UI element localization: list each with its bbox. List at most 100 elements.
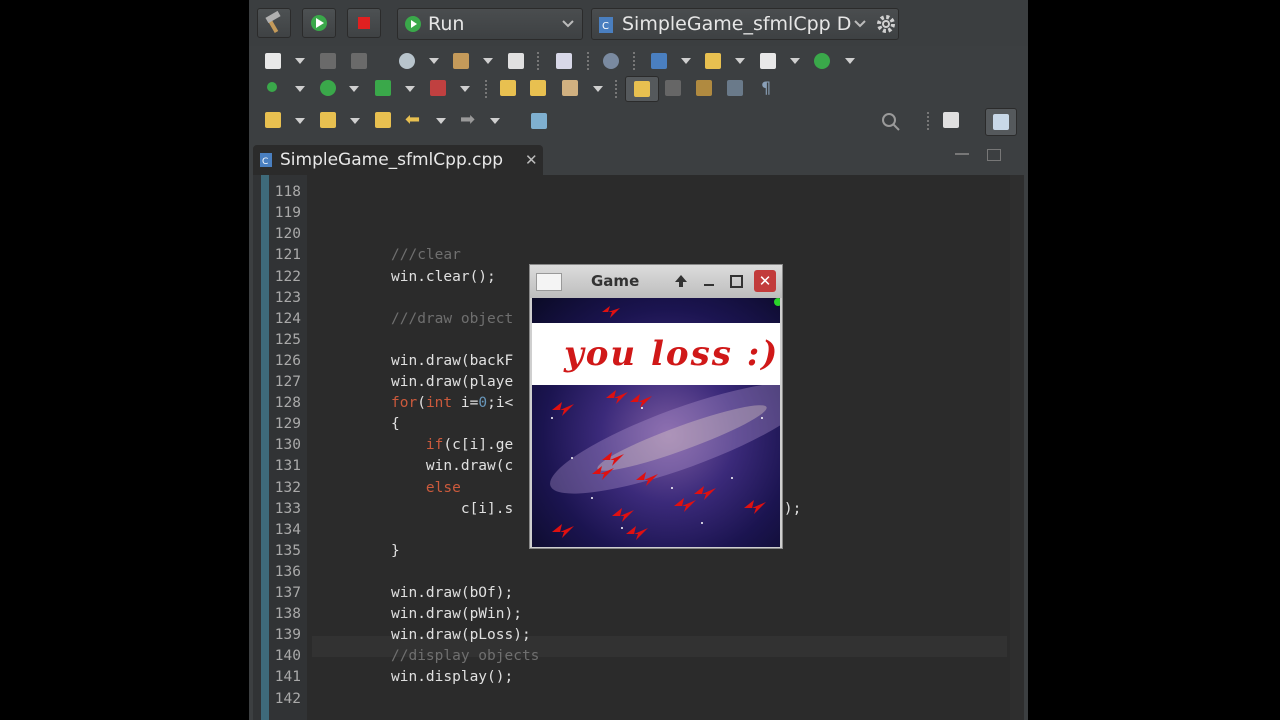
search-icon[interactable] (881, 112, 901, 132)
code-line[interactable]: ///clear (391, 247, 461, 263)
keep-above-icon[interactable] (674, 274, 688, 288)
refresh-dropdown-icon[interactable] (845, 58, 855, 64)
new-file-icon[interactable] (265, 53, 281, 69)
line-number: 140 (274, 648, 301, 665)
new-source-dropdown-icon[interactable] (790, 58, 800, 64)
maximize-icon[interactable] (730, 275, 743, 288)
enemy-sprite (636, 472, 658, 486)
enemy-sprite (552, 524, 574, 538)
code-line[interactable]: win.draw(backF (391, 353, 513, 369)
external-tools-dropdown-icon[interactable] (460, 86, 470, 92)
binary-icon[interactable] (508, 53, 524, 69)
launch-config-combo[interactable]: C SimpleGame_sfmlCpp De (591, 8, 899, 40)
enemy-sprite (744, 500, 766, 514)
build-dropdown-icon[interactable] (483, 58, 493, 64)
skip-breakpoints-icon[interactable] (603, 53, 619, 69)
forward-arrow-icon[interactable]: ➡ (460, 111, 475, 129)
cpp-perspective-button[interactable] (985, 108, 1017, 136)
build-button[interactable] (257, 8, 291, 38)
code-line[interactable]: win.draw(c (391, 458, 513, 474)
separator (537, 52, 539, 70)
launch-mode-combo[interactable]: Run (397, 8, 583, 40)
code-line[interactable]: { (391, 416, 400, 432)
stop-button[interactable] (347, 8, 381, 38)
code-line[interactable]: win.draw(bOf); (391, 585, 513, 601)
search-pen-icon[interactable] (562, 80, 578, 96)
pilcrow-icon[interactable]: ¶ (761, 78, 771, 97)
tab-editor-file[interactable]: C SimpleGame_sfmlCpp.cpp ✕ (253, 145, 543, 175)
code-line[interactable]: win.draw(pLoss); (391, 627, 531, 643)
minimize-icon[interactable] (955, 153, 969, 155)
code-line[interactable]: ///draw object (391, 311, 513, 327)
line-number: 135 (274, 542, 301, 559)
save-icon[interactable] (320, 53, 336, 69)
pin-editor-icon[interactable] (531, 113, 547, 129)
run-button[interactable] (302, 8, 336, 38)
close-icon[interactable]: ✕ (525, 145, 538, 175)
console-icon[interactable] (556, 53, 572, 69)
back-arrow-icon[interactable]: ⬅ (405, 111, 420, 129)
forward-dropdown-icon[interactable] (490, 118, 500, 124)
external-tools-icon[interactable] (430, 80, 446, 96)
build-config-icon[interactable] (399, 53, 415, 69)
next-annotation-icon[interactable] (265, 112, 281, 128)
gear-icon[interactable] (875, 13, 897, 35)
enemy-sprite (630, 394, 652, 408)
code-line[interactable]: win.draw(pWin); (391, 606, 522, 622)
build-config-dropdown-icon[interactable] (429, 58, 439, 64)
code-line[interactable]: win.draw(playe (391, 374, 513, 390)
window-icon (536, 273, 562, 291)
new-folder-icon[interactable] (705, 53, 721, 69)
open-perspective-icon[interactable] (943, 112, 959, 128)
new-source-icon[interactable] (760, 53, 776, 69)
previous-annotation-dropdown-icon[interactable] (350, 118, 360, 124)
search-dropdown-icon[interactable] (593, 86, 603, 92)
line-number: 124 (274, 310, 301, 327)
code-line[interactable]: //display objects (391, 648, 539, 664)
toggle-comment-icon[interactable] (665, 80, 681, 96)
game-title: Game (591, 272, 640, 290)
launch-mode-label: Run (428, 13, 465, 35)
game-canvas[interactable]: you loss :) (532, 298, 780, 547)
new-class-icon[interactable] (651, 53, 667, 69)
code-line[interactable]: } (391, 543, 400, 559)
minimize-icon[interactable] (704, 284, 714, 286)
run-config-dropdown-icon[interactable] (405, 86, 415, 92)
run-last-icon[interactable] (320, 80, 336, 96)
open-type-icon[interactable] (500, 80, 516, 96)
build-project-icon[interactable] (453, 53, 469, 69)
save-all-icon[interactable] (351, 53, 367, 69)
code-line[interactable]: else (391, 480, 461, 496)
enemy-sprite (674, 498, 696, 512)
cpp-file-icon: C (260, 153, 272, 167)
game-title-bar[interactable]: Game ✕ (530, 265, 782, 298)
maximize-icon[interactable] (987, 149, 1001, 161)
mark-occurrences-button[interactable] (625, 76, 659, 102)
new-class-dropdown-icon[interactable] (681, 58, 691, 64)
new-folder-dropdown-icon[interactable] (735, 58, 745, 64)
refresh-icon[interactable] (814, 53, 830, 69)
back-dropdown-icon[interactable] (436, 118, 446, 124)
open-element-icon[interactable] (530, 80, 546, 96)
game-window[interactable]: Game ✕ you loss :) (529, 264, 783, 549)
previous-annotation-icon[interactable] (320, 112, 336, 128)
vertical-scrollbar[interactable] (1010, 175, 1024, 720)
line-number: 133 (274, 500, 301, 517)
close-icon[interactable]: ✕ (754, 270, 776, 292)
debug-point-icon[interactable] (267, 82, 277, 92)
show-whitespace-icon[interactable] (727, 80, 743, 96)
highlighter-icon (634, 81, 650, 97)
new-dropdown-icon[interactable] (295, 58, 305, 64)
debug-dropdown-icon[interactable] (295, 86, 305, 92)
code-line[interactable]: for(int i=0;i< (391, 395, 513, 411)
run-dropdown-icon[interactable] (349, 86, 359, 92)
next-annotation-dropdown-icon[interactable] (295, 118, 305, 124)
last-edit-location-icon[interactable] (375, 112, 391, 128)
code-line[interactable]: win.display(); (391, 669, 513, 685)
run-config-icon[interactable] (375, 80, 391, 96)
block-selection-icon[interactable] (696, 80, 712, 96)
line-number: 117 (271, 175, 301, 179)
code-line[interactable]: if(c[i].ge (391, 437, 513, 453)
code-line[interactable]: win.clear(); (391, 269, 496, 285)
enemy-sprite (626, 526, 648, 540)
